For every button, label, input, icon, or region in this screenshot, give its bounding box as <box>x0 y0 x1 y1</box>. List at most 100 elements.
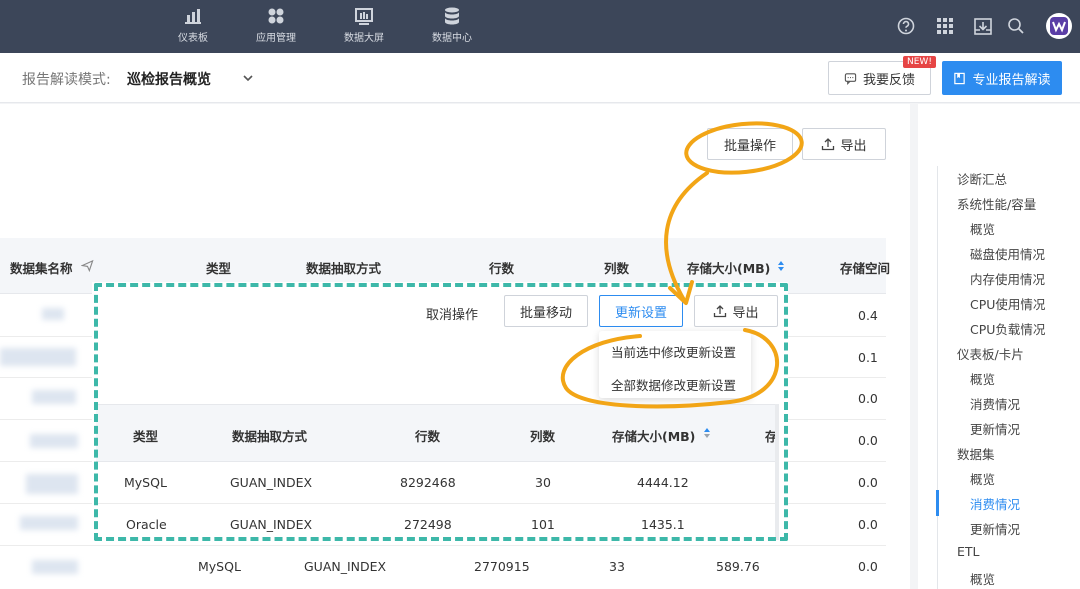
search-icon[interactable] <box>1006 16 1026 36</box>
export-button[interactable]: 导出 <box>802 128 886 160</box>
panel-cell-columns: 30 <box>535 475 551 490</box>
nav-item-label: 仪表板 <box>178 33 208 44</box>
panel-cell-rows: 8292468 <box>400 475 456 490</box>
sidebar-item[interactable]: 数据集 <box>957 444 995 463</box>
cell-storage-space: 0.0 <box>858 517 878 532</box>
column-header-columns[interactable]: 列数 <box>604 258 629 277</box>
database-icon <box>445 7 459 25</box>
panel-export-button[interactable]: 导出 <box>694 295 778 327</box>
panel-header-type[interactable]: 类型 <box>133 426 158 445</box>
sidebar-item[interactable]: 系统性能/容量 <box>957 194 1036 213</box>
pro-report-label: 专业报告解读 <box>972 72 1051 88</box>
column-header-extract-method[interactable]: 数据抽取方式 <box>306 258 381 277</box>
sort-icon[interactable] <box>702 426 712 440</box>
cell-storage-space: 0.0 <box>858 391 878 406</box>
batch-move-button[interactable]: 批量移动 <box>504 295 588 327</box>
dropdown-item-all-update[interactable]: 全部数据修改更新设置 <box>611 375 736 394</box>
column-header-storage-size[interactable]: 存储大小(MB) <box>687 258 770 277</box>
nav-item-app-management[interactable]: 应用管理 <box>241 6 311 44</box>
sidebar-item[interactable]: 消费情况 <box>970 394 1020 413</box>
top-navigation-bar: 仪表板 应用管理 数据大屏 数据中心 <box>0 0 1080 53</box>
chevron-down-icon[interactable] <box>241 71 255 85</box>
panel-cell-extract-method: GUAN_INDEX <box>230 475 313 490</box>
export-label: 导出 <box>840 138 867 154</box>
panel-cell-storage-size: 4444.12 <box>637 475 689 490</box>
panel-header-extract-method[interactable]: 数据抽取方式 <box>232 426 307 445</box>
grid-menu-icon[interactable] <box>935 16 955 36</box>
sidebar-item[interactable]: 概览 <box>970 569 995 588</box>
cell-rows: 2770915 <box>474 559 530 574</box>
nav-item-dashboard[interactable]: 仪表板 <box>158 6 228 44</box>
sidebar-item[interactable]: 磁盘使用情况 <box>970 244 1045 263</box>
sidebar-item[interactable]: ETL <box>957 544 980 559</box>
brand-logo-icon <box>1050 17 1068 35</box>
sidebar-item[interactable]: 内存使用情况 <box>970 269 1045 288</box>
blurred-dataset-name <box>32 560 78 574</box>
send-icon[interactable] <box>81 259 94 272</box>
sort-icon[interactable] <box>776 259 786 273</box>
dropdown-item-selected-update[interactable]: 当前选中修改更新设置 <box>611 342 736 361</box>
sidebar-item[interactable]: 更新情况 <box>970 519 1020 538</box>
column-header-storage-space[interactable]: 存储空间 <box>840 258 890 277</box>
update-settings-dropdown: 当前选中修改更新设置 全部数据修改更新设置 <box>599 331 751 398</box>
blurred-dataset-name <box>32 390 76 404</box>
nav-item-data-screen[interactable]: 数据大屏 <box>329 6 399 44</box>
cell-storage-space: 0.0 <box>858 559 878 574</box>
blurred-dataset-name <box>26 474 78 494</box>
mode-selector[interactable]: 巡检报告概览 <box>127 69 211 89</box>
panel-header-columns[interactable]: 列数 <box>530 426 555 445</box>
sidebar-item[interactable]: CPU使用情况 <box>970 294 1045 313</box>
feedback-label: 我要反馈 <box>862 72 915 88</box>
mode-label: 报告解读模式: <box>22 72 111 88</box>
download-icon[interactable] <box>973 16 993 36</box>
upload-icon <box>822 138 835 151</box>
panel-header-rows[interactable]: 行数 <box>415 426 440 445</box>
pro-report-button[interactable]: 专业报告解读 <box>942 61 1062 95</box>
cell-extract-method: GUAN_INDEX <box>304 559 387 574</box>
panel-cell-storage-size: 1435.1 <box>641 517 685 532</box>
cancel-operation-link[interactable]: 取消操作 <box>426 304 478 323</box>
column-header-rows[interactable]: 行数 <box>489 258 514 277</box>
cell-storage-space: 0.0 <box>858 475 878 490</box>
panel-export-label: 导出 <box>732 305 759 321</box>
nav-item-label: 数据中心 <box>432 33 472 44</box>
batch-operation-button[interactable]: 批量操作 <box>707 128 793 160</box>
sidebar-item[interactable]: 仪表板/卡片 <box>957 344 1024 363</box>
new-badge: NEW! <box>903 56 936 68</box>
sidebar-item[interactable]: 消费情况 <box>970 494 1020 513</box>
sidebar-item[interactable]: 概览 <box>970 219 995 238</box>
panel-cell-type: Oracle <box>126 517 167 532</box>
panel-scrollbar[interactable] <box>775 404 779 540</box>
nav-item-label: 应用管理 <box>256 33 296 44</box>
blurred-dataset-name <box>30 434 78 448</box>
cell-storage-space: 0.4 <box>858 308 878 323</box>
update-settings-button[interactable]: 更新设置 <box>599 295 683 327</box>
screen-icon <box>355 8 373 25</box>
sidebar-track <box>937 166 938 589</box>
help-icon[interactable] <box>896 16 916 36</box>
panel-header-storage-size[interactable]: 存储大小(MB) <box>612 426 695 445</box>
panel-cell-rows: 272498 <box>404 517 452 532</box>
panel-cell-type: MySQL <box>124 475 167 490</box>
row-divider <box>0 545 886 546</box>
sidebar-item[interactable]: CPU负载情况 <box>970 319 1045 338</box>
sidebar-item[interactable]: 概览 <box>970 469 995 488</box>
panel-cell-extract-method: GUAN_INDEX <box>230 517 313 532</box>
sidebar-item[interactable]: 诊断汇总 <box>957 169 1007 188</box>
message-icon <box>844 72 857 85</box>
cell-storage-space: 0.0 <box>858 433 878 448</box>
user-avatar[interactable] <box>1046 13 1072 39</box>
upload-icon <box>714 305 727 318</box>
blurred-dataset-name <box>20 516 78 530</box>
bar-chart-icon <box>185 9 201 24</box>
row-divider <box>96 503 776 504</box>
column-header-type[interactable]: 类型 <box>206 258 231 277</box>
batch-operation-label: 批量操作 <box>723 138 776 154</box>
sidebar-item[interactable]: 概览 <box>970 369 995 388</box>
sidebar-item[interactable]: 更新情况 <box>970 419 1020 438</box>
blurred-dataset-name <box>42 308 64 320</box>
nav-item-data-center[interactable]: 数据中心 <box>417 6 487 44</box>
cell-storage-size: 589.76 <box>716 559 760 574</box>
cell-columns: 33 <box>609 559 625 574</box>
column-header-dataset-name[interactable]: 数据集名称 <box>10 258 73 277</box>
